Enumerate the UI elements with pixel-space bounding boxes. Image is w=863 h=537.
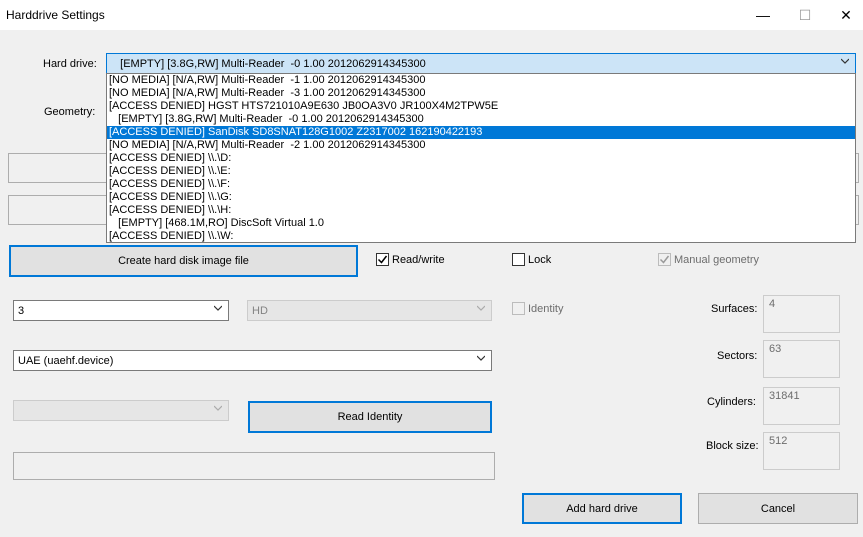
surfaces-label: Surfaces: [711,303,758,315]
hard-drive-option[interactable]: [EMPTY] [3.8G,RW] Multi-Reader -0 1.00 2… [107,113,855,126]
cylinders-label: Cylinders: [707,396,756,408]
hard-drive-select[interactable]: [EMPTY] [3.8G,RW] Multi-Reader -0 1.00 2… [106,53,856,74]
chevron-down-icon [214,405,222,411]
cylinders-field[interactable]: 31841 [763,387,840,425]
sectors-field[interactable]: 63 [763,340,840,378]
hard-drive-option[interactable]: [ACCESS DENIED] \\.\G: [107,191,855,204]
lock-checkbox[interactable] [512,253,525,266]
cancel-button[interactable]: Cancel [698,493,858,524]
chevron-down-icon [477,355,485,361]
chevron-down-icon [841,58,849,64]
hard-drive-option[interactable]: [EMPTY] [468.1M,RO] DiscSoft Virtual 1.0 [107,217,855,230]
hard-drive-option[interactable]: [ACCESS DENIED] \\.\E: [107,165,855,178]
identity-select[interactable] [13,400,229,421]
checkmark-icon [377,255,388,264]
unit-select[interactable]: 3 [13,300,229,321]
add-hard-drive-button[interactable]: Add hard drive [522,493,682,524]
create-image-button[interactable]: Create hard disk image file [9,245,358,277]
block-size-field[interactable]: 512 [763,432,840,470]
chevron-down-icon [477,305,485,311]
hard-drive-option[interactable]: [NO MEDIA] [N/A,RW] Multi-Reader -1 1.00… [107,74,855,87]
maximize-button[interactable]: ☐ [782,0,828,30]
hard-drive-option[interactable]: [ACCESS DENIED] HGST HTS721010A9E630 JB0… [107,100,855,113]
hard-drive-label: Hard drive: [43,58,97,70]
window-title: Harddrive Settings [6,8,105,22]
type-select[interactable]: HD [247,300,492,321]
device-select[interactable]: UAE (uaehf.device) [13,350,492,371]
read-write-checkbox[interactable] [376,253,389,266]
manual-geometry-checkbox[interactable] [658,253,671,266]
lock-label: Lock [528,254,552,266]
read-write-label: Read/write [392,254,445,266]
geometry-label: Geometry: [44,106,96,118]
surfaces-field[interactable]: 4 [763,295,840,333]
manual-geometry-label: Manual geometry [674,254,759,266]
chevron-down-icon [214,305,222,311]
hard-drive-option[interactable]: [ACCESS DENIED] SanDisk SD8SNAT128G1002 … [107,126,855,139]
checkmark-icon [659,255,670,264]
hard-drive-option[interactable]: [ACCESS DENIED] \\.\F: [107,178,855,191]
title-bar [0,0,863,30]
identity-label: Identity [528,303,564,315]
close-button[interactable]: ✕ [829,0,863,30]
minimize-button[interactable]: — [740,0,786,30]
read-identity-button[interactable]: Read Identity [248,401,492,433]
identity-checkbox[interactable] [512,302,525,315]
hard-drive-option[interactable]: [NO MEDIA] [N/A,RW] Multi-Reader -3 1.00… [107,87,855,100]
hard-drive-option[interactable]: [ACCESS DENIED] \\.\W: [107,230,855,242]
block-size-label: Block size: [706,440,759,452]
unit-select-value: 3 [18,304,25,317]
hard-drive-selected-value: [EMPTY] [3.8G,RW] Multi-Reader -0 1.00 2… [111,57,426,70]
hard-drive-option[interactable]: [ACCESS DENIED] \\.\D: [107,152,855,165]
device-select-value: UAE (uaehf.device) [18,354,114,367]
type-select-value: HD [252,304,268,317]
status-field [13,452,495,480]
hard-drive-dropdown-list[interactable]: [NO MEDIA] [N/A,RW] Multi-Reader -1 1.00… [106,73,856,243]
hard-drive-option[interactable]: [NO MEDIA] [N/A,RW] Multi-Reader -2 1.00… [107,139,855,152]
sectors-label: Sectors: [717,350,758,362]
hard-drive-option[interactable]: [ACCESS DENIED] \\.\H: [107,204,855,217]
